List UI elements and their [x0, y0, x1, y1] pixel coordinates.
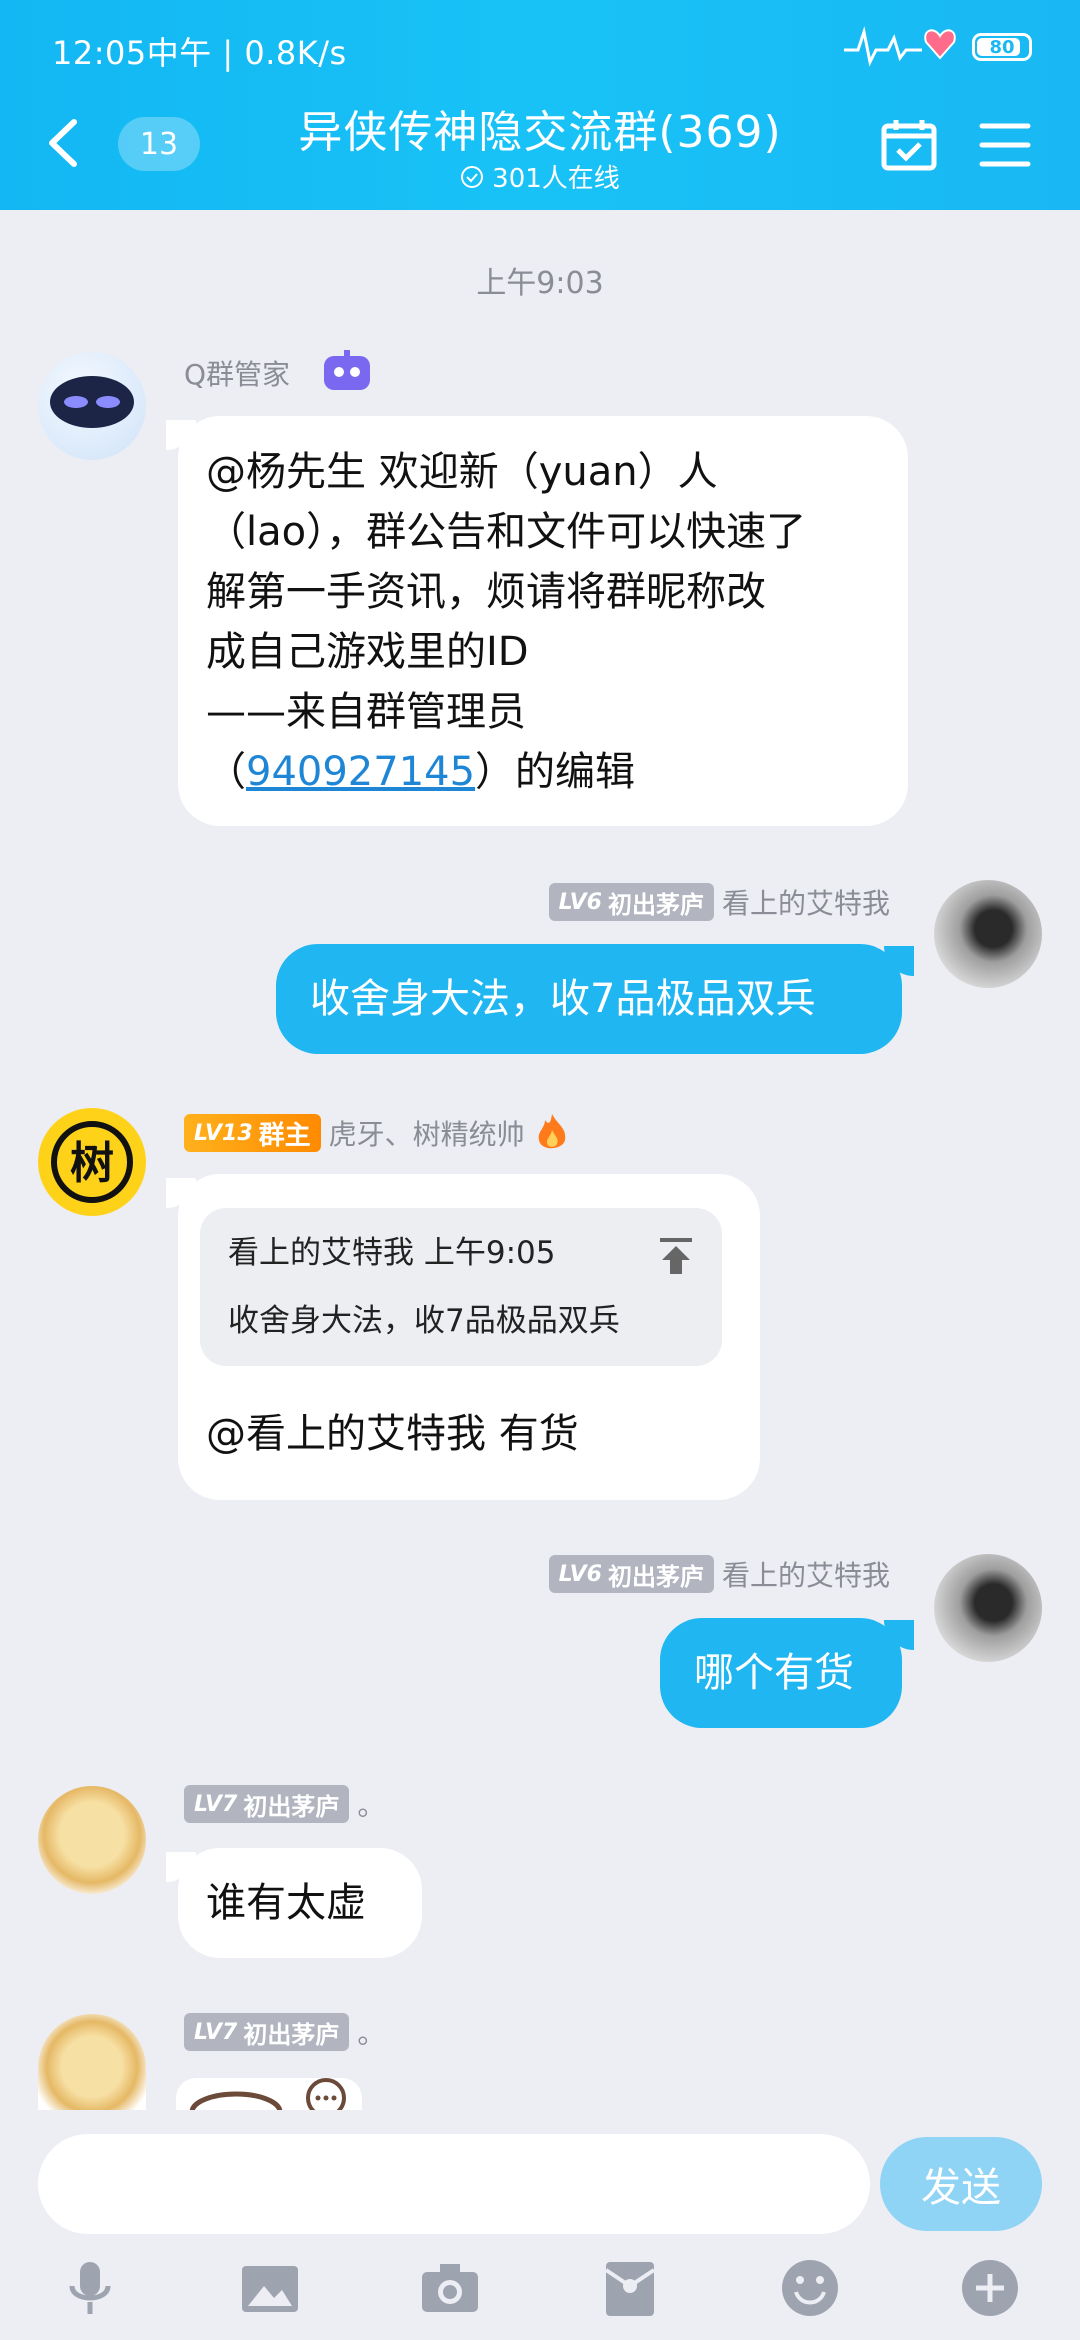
battery-level: 80	[989, 36, 1015, 58]
online-count: 301人在线	[492, 164, 620, 194]
sender-name[interactable]: 看上的艾特我	[722, 882, 890, 922]
message-line: （lao），群公告和文件可以快速了	[206, 509, 807, 555]
message-bubble[interactable]: @杨先生 欢迎新（yuan）人 （lao），群公告和文件可以快速了 解第一手资讯…	[178, 416, 908, 826]
message-bubble[interactable]: 看上的艾特我 上午9:05 收舍身大法，收7品极品双兵 @看上的艾特我 有货	[178, 1174, 760, 1500]
message-line: @杨先生 欢迎新（yuan）人	[206, 449, 718, 495]
quote-text: 收舍身大法，收7品极品双兵	[228, 1303, 620, 1339]
message-text: @看上的艾特我 有货	[206, 1411, 579, 1457]
doge-avatar[interactable]	[38, 2014, 146, 2110]
microphone-icon[interactable]	[58, 2256, 122, 2320]
fire-icon	[538, 1114, 565, 1149]
sender-name[interactable]: 。	[357, 2012, 385, 2052]
bot-badge-icon	[324, 350, 371, 390]
message-text: 哪个有货	[694, 1650, 854, 1696]
battery-icon: 80	[972, 33, 1032, 61]
sender-name[interactable]: 。	[357, 1784, 385, 1824]
status-icons: 80	[844, 22, 1032, 72]
doge-avatar[interactable]	[38, 1786, 146, 1894]
tree-badge-icon: 树	[51, 1121, 133, 1203]
chat-header: 12:05中午 | 0.8K/s 80 13 异侠传神隐交流群(369) 301…	[0, 0, 1080, 210]
sender-row: LV7 初出茅庐 。	[184, 2012, 385, 2052]
sender-row: Q群管家	[184, 350, 376, 396]
sender-row: LV13 群主 虎牙、树精统帅	[184, 1112, 571, 1154]
message-line: 成自己游戏里的ID	[206, 629, 529, 675]
level-badge: LV7 初出茅庐	[184, 1785, 350, 1823]
message-line: ——来自群管理员	[206, 689, 526, 735]
sticker-image	[189, 2078, 346, 2110]
red-packet-icon[interactable]	[598, 2256, 662, 2320]
level-badge: LV6 初出茅庐	[548, 1555, 714, 1593]
plus-icon[interactable]	[958, 2256, 1022, 2320]
calendar-check-icon[interactable]	[880, 116, 938, 174]
message-text: 谁有太虚	[206, 1880, 366, 1926]
image-icon[interactable]	[238, 2256, 302, 2320]
camera-icon[interactable]	[418, 2256, 482, 2320]
sender-row: LV7 初出茅庐 。	[184, 1784, 385, 1824]
user-avatar[interactable]	[934, 1554, 1042, 1662]
emoji-icon[interactable]	[778, 2256, 842, 2320]
sender-row: LV6 初出茅庐 看上的艾特我	[548, 882, 890, 922]
message-line: 解第一手资讯，烦请将群昵称改	[206, 569, 766, 615]
message-input[interactable]	[38, 2134, 870, 2234]
message-bubble[interactable]: 谁有太虚	[178, 1848, 422, 1958]
owner-badge: LV13 群主	[184, 1114, 321, 1152]
signal-heart-icon	[844, 26, 956, 67]
sticker-message[interactable]	[176, 2078, 362, 2110]
sender-name[interactable]: Q群管家	[184, 353, 290, 393]
level-badge: LV6 初出茅庐	[548, 883, 714, 921]
bot-avatar[interactable]	[38, 352, 146, 460]
owner-avatar[interactable]: 树	[38, 1108, 146, 1216]
message-text: 收舍身大法，收7品极品双兵	[310, 976, 816, 1022]
robot-face-icon	[50, 376, 134, 428]
quote-header: 看上的艾特我 上午9:05	[228, 1235, 556, 1271]
jump-to-top-icon[interactable]	[656, 1236, 696, 1276]
sender-name[interactable]: 看上的艾特我	[722, 1554, 890, 1594]
message-bubble[interactable]: 哪个有货	[660, 1618, 902, 1728]
message-bubble[interactable]: 收舍身大法，收7品极品双兵	[276, 944, 902, 1054]
level-badge: LV7 初出茅庐	[184, 2013, 350, 2051]
send-button[interactable]: 发送	[880, 2137, 1042, 2231]
message-line: （940927145）的编辑	[206, 749, 636, 795]
sender-name[interactable]: 虎牙、树精统帅	[329, 1113, 525, 1153]
check-circle-icon	[461, 165, 484, 188]
svg-text:树: 树	[70, 1138, 114, 1189]
menu-icon[interactable]	[976, 116, 1034, 174]
status-time-speed: 12:05中午 | 0.8K/s	[52, 34, 347, 72]
time-separator: 上午9:03	[476, 266, 604, 301]
quoted-message[interactable]: 看上的艾特我 上午9:05 收舍身大法，收7品极品双兵	[200, 1208, 722, 1366]
qq-number-link[interactable]: 940927145	[246, 749, 475, 795]
user-avatar[interactable]	[934, 880, 1042, 988]
sender-row: LV6 初出茅庐 看上的艾特我	[548, 1554, 890, 1594]
